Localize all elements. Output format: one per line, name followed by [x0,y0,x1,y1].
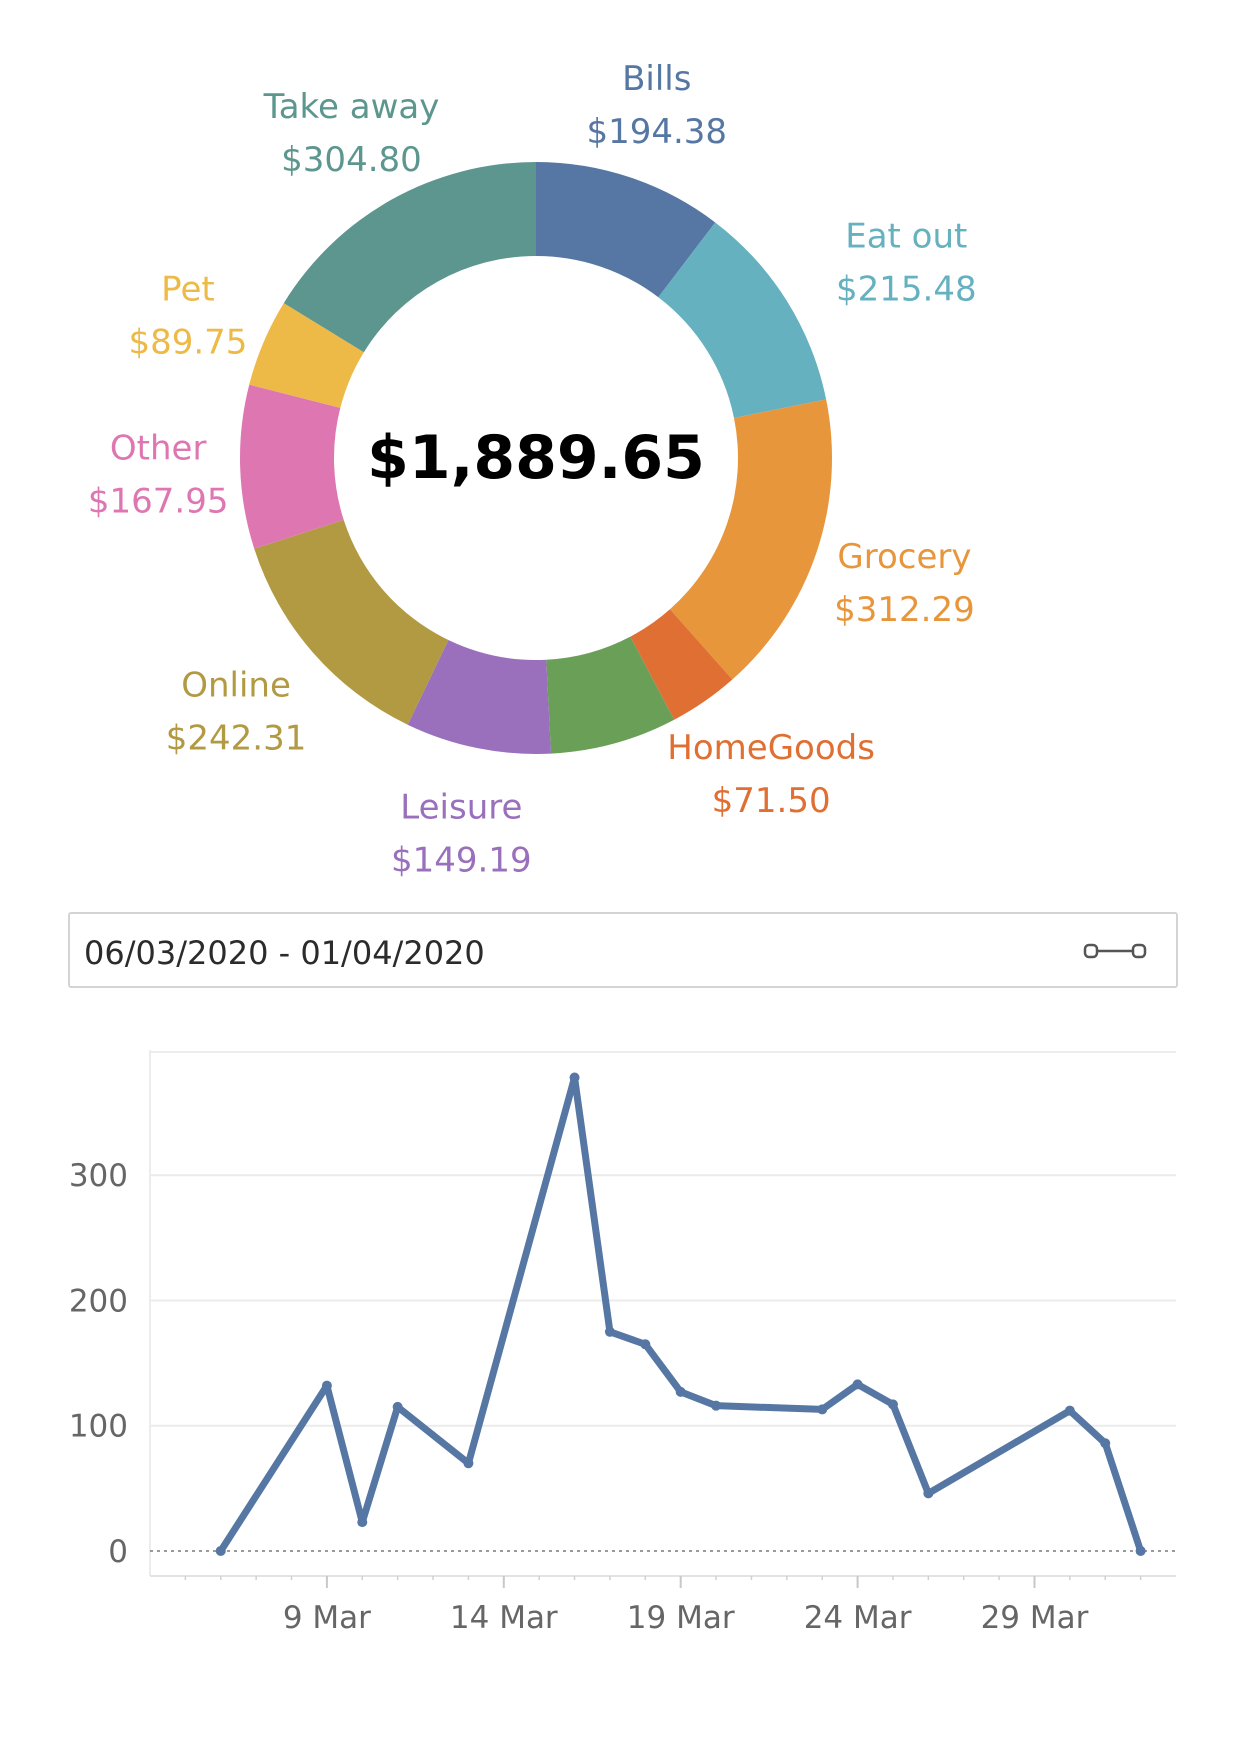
y-tick-labels: 0 100 200 300 [69,1158,128,1570]
slice-other[interactable] [239,384,344,549]
data-point[interactable] [1100,1438,1111,1449]
slice-value-online: $242.31 [166,718,307,758]
x-tick-label: 29 Mar [981,1600,1089,1636]
data-point[interactable] [852,1379,863,1390]
slice-name-bills: Bills [622,59,691,99]
slice-value-take-away: $304.80 [281,140,422,180]
x-tick-labels: 9 Mar 14 Mar 19 Mar 24 Mar 29 Mar [283,1600,1089,1636]
data-point[interactable] [215,1545,226,1556]
data-point[interactable] [711,1400,722,1411]
donut-total: $1,889.65 [367,423,705,493]
line-chart: 0 100 200 300 9 Mar 14 Mar 19 Mar 24 Mar 29 Mar [69,1050,1176,1636]
date-range-text: 06/03/2020 - 01/04/2020 [84,934,485,972]
data-point[interactable] [357,1517,368,1528]
slice-value-leisure: $149.19 [391,841,532,880]
slice-name-take-away: Take away [263,87,440,127]
slice-value-other: $167.95 [88,482,229,522]
y-tick-label: 100 [69,1409,128,1445]
data-point[interactable] [1135,1545,1146,1556]
data-point[interactable] [321,1380,332,1391]
slice-value-eat-out: $215.48 [836,269,977,309]
slice-name-other: Other [110,429,207,469]
donut-chart: Bills $194.38 Eat out $215.48 Grocery $312.29… [88,59,977,880]
slice-name-grocery: Grocery [837,537,971,577]
range-slider-icon[interactable] [1080,940,1150,962]
data-point[interactable] [640,1339,651,1350]
slice-name-eat-out: Eat out [845,216,967,256]
y-tick-label: 300 [69,1158,128,1194]
x-tick-label: 24 Mar [804,1600,912,1636]
data-point[interactable] [463,1458,474,1469]
line-grid [149,1050,1176,1588]
slice-value-grocery: $312.29 [834,590,975,630]
data-point[interactable] [923,1488,934,1499]
y-tick-label: 0 [108,1534,128,1570]
slice-value-bills: $194.38 [586,112,727,152]
x-tick-label: 19 Mar [627,1600,735,1636]
slice-name-homegoods: HomeGoods [667,728,875,768]
data-point[interactable] [604,1326,615,1337]
date-range-filter[interactable]: 06/03/2020 - 01/04/2020 [68,912,1178,988]
slice-value-homegoods: $71.50 [712,781,831,821]
x-tick-label: 14 Mar [450,1600,558,1636]
data-point[interactable] [569,1072,580,1083]
series-line [217,1074,1145,1555]
slice-name-pet: Pet [161,270,215,310]
data-point[interactable] [887,1399,898,1410]
slice-take-away[interactable] [283,162,536,353]
slice-value-pet: $89.75 [128,323,247,363]
line-series [215,1072,1146,1556]
slice-name-leisure: Leisure [400,788,522,828]
x-tick-label: 9 Mar [283,1600,371,1636]
data-point[interactable] [817,1404,828,1415]
slice-name-online: Online [181,665,291,705]
data-point[interactable] [1064,1405,1075,1416]
y-tick-label: 200 [69,1283,128,1319]
data-point[interactable] [392,1401,403,1412]
data-point[interactable] [675,1386,686,1397]
